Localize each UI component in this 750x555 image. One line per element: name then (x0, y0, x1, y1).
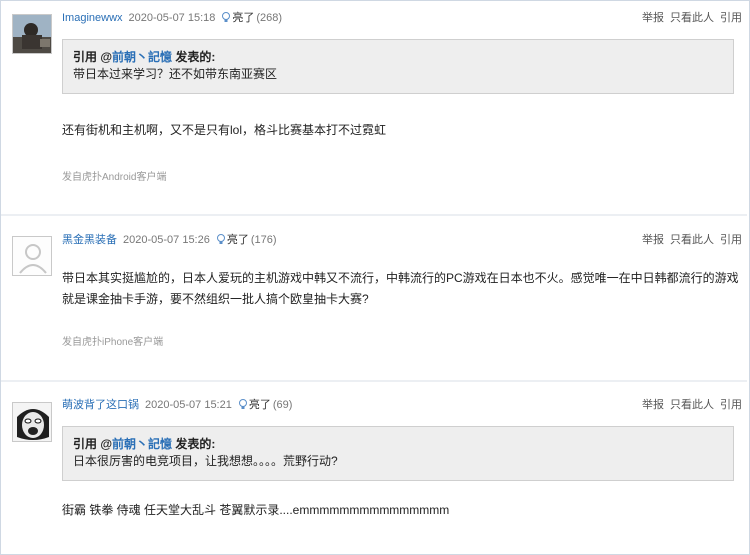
user-photo-icon (13, 15, 51, 53)
light-button[interactable]: 亮了 (216, 234, 249, 246)
light-count: (69) (272, 399, 293, 411)
post-time: 2020-05-07 15:26 (123, 234, 210, 246)
only-this-user-button[interactable]: 只看此人 (670, 12, 714, 24)
quote-block: 引用 @前朝丶記憶 发表的: 日本很厉害的电竞项目，让我想想。。。。荒野行动? (62, 426, 734, 481)
light-count: (176) (250, 234, 277, 246)
username-link[interactable]: Imaginewwx (62, 12, 123, 24)
quote-button[interactable]: 引用 (720, 12, 742, 24)
post-body: 带日本其实挺尴尬的，日本人爱玩的主机游戏中韩又不流行，中韩流行的PC游戏在日本也… (62, 268, 742, 310)
quote-text: 日本很厉害的电竞项目，让我想想。。。。荒野行动? (73, 454, 338, 468)
post-time: 2020-05-07 15:21 (145, 399, 232, 411)
quoted-user-link[interactable]: 前朝丶記憶 (112, 437, 172, 451)
quote-button[interactable]: 引用 (720, 399, 742, 411)
post-meta: 黑金黑装备 2020-05-07 15:26 亮了 (176) (62, 232, 277, 248)
manga-face-icon (13, 403, 51, 441)
only-this-user-button[interactable]: 只看此人 (670, 399, 714, 411)
lightbulb-icon (222, 12, 231, 22)
client-source: 发自虎扑Android客户端 (62, 172, 167, 183)
light-label: 亮了 (248, 399, 271, 411)
lightbulb-icon (238, 399, 247, 409)
quote-header: 引用 @前朝丶記憶 发表的: (73, 50, 216, 64)
report-button[interactable]: 举报 (642, 12, 664, 24)
post-actions: 举报 只看此人 引用 (636, 10, 742, 26)
avatar[interactable] (12, 236, 52, 276)
username-link[interactable]: 黑金黑装备 (62, 234, 117, 246)
quote-block: 引用 @前朝丶記憶 发表的: 带日本过来学习？还不如带东南亚赛区 (62, 39, 734, 94)
post-meta: 萌波背了这口锅 2020-05-07 15:21 亮了 (69) (62, 397, 292, 413)
post-divider (1, 214, 747, 216)
quote-header: 引用 @前朝丶記憶 发表的: (73, 437, 216, 451)
post-meta: Imaginewwx 2020-05-07 15:18 亮了 (268) (62, 10, 282, 26)
post-divider (1, 380, 747, 382)
avatar[interactable] (12, 402, 52, 442)
post-body-line: 带日本其实挺尴尬的，日本人爱玩的主机游戏中韩又不流行，中韩流行的PC游戏在日本也… (62, 271, 739, 285)
avatar[interactable] (12, 14, 52, 54)
username-link[interactable]: 萌波背了这口锅 (62, 399, 139, 411)
post-actions: 举报 只看此人 引用 (636, 232, 742, 248)
default-avatar-icon (13, 237, 51, 275)
quote-button[interactable]: 引用 (720, 234, 742, 246)
client-source: 发自虎扑iPhone客户端 (62, 337, 164, 348)
report-button[interactable]: 举报 (642, 399, 664, 411)
only-this-user-button[interactable]: 只看此人 (670, 234, 714, 246)
post-body: 街霸 铁拳 侍魂 任天堂大乱斗 苍翼默示录....emmmmmmmmmmmmmm… (62, 503, 450, 517)
lightbulb-icon (216, 234, 225, 244)
post-body: 还有街机和主机啊，又不是只有lol，格斗比赛基本打不过霓虹 (62, 123, 387, 137)
light-count: (268) (256, 12, 283, 24)
quote-text: 带日本过来学习？还不如带东南亚赛区 (73, 67, 278, 81)
light-button[interactable]: 亮了 (221, 12, 254, 24)
post-time: 2020-05-07 15:18 (128, 12, 216, 24)
quoted-user-link[interactable]: 前朝丶記憶 (112, 50, 172, 64)
report-button[interactable]: 举报 (642, 234, 664, 246)
light-label: 亮了 (226, 234, 249, 246)
post-actions: 举报 只看此人 引用 (636, 397, 742, 413)
light-button[interactable]: 亮了 (238, 399, 271, 411)
light-label: 亮了 (232, 12, 255, 24)
post-body-line: 就是课金抽卡手游，要不然组织一批人搞个欧皇抽卡大赛? (62, 292, 369, 306)
